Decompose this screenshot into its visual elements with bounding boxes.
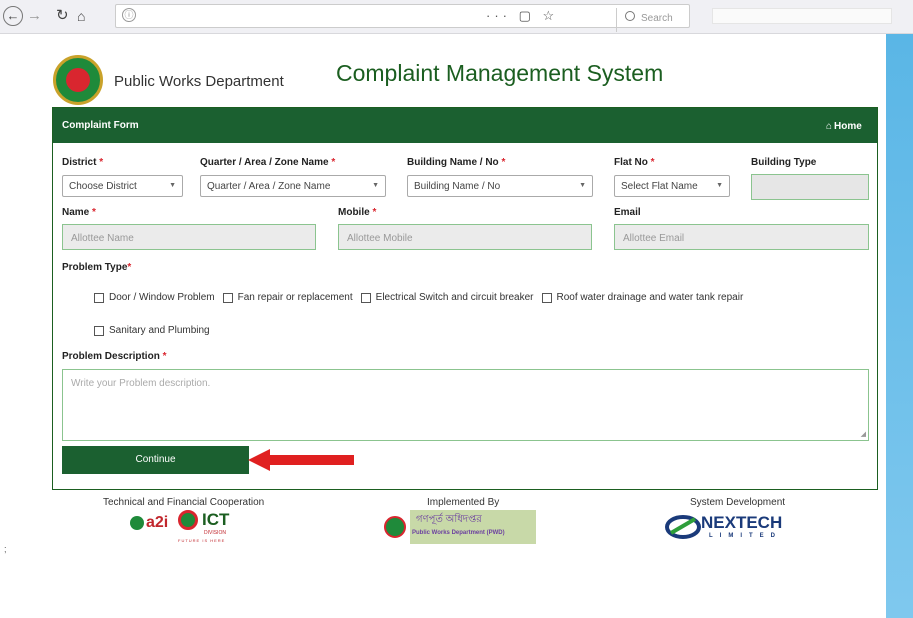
page-title: Complaint Management System — [336, 60, 664, 86]
side-mark: ; — [4, 544, 7, 554]
reload-icon[interactable]: ↻ — [56, 8, 69, 24]
page-actions-icon[interactable]: ··· ▢ ☆ — [486, 8, 558, 24]
pwd-logo: গণপূর্ত অধিদপ্তর Public Works Department… — [380, 510, 536, 544]
info-icon[interactable]: ⓘ — [122, 8, 136, 22]
url-bar[interactable]: ⓘ ··· ▢ ☆ Search — [115, 4, 690, 32]
implemented-by-caption: Implemented By — [427, 497, 500, 508]
building-type-label: Building Type — [751, 157, 817, 168]
checkbox[interactable] — [222, 292, 233, 303]
checkbox[interactable] — [360, 292, 371, 303]
department-name: Public Works Department — [114, 73, 284, 90]
problem-type-label: Problem Type* — [62, 262, 132, 273]
resize-handle-icon[interactable]: ◢ — [861, 430, 866, 438]
browser-toolbar: ← → ↻ ⌂ ⓘ ··· ▢ ☆ Search — [0, 0, 913, 34]
problem-description-textarea[interactable]: Write your Problem description. ◢ — [62, 369, 869, 441]
red-arrow-annotation — [248, 449, 354, 471]
nextech-logo: NEXTECH LIMITED — [665, 511, 815, 547]
checkbox[interactable] — [94, 325, 104, 336]
panel-title: Complaint Form — [62, 120, 139, 131]
flat-label: Flat No * — [614, 157, 655, 168]
continue-button[interactable]: Continue — [62, 446, 249, 474]
search-icon — [625, 11, 635, 21]
chevron-down-icon: ▼ — [169, 182, 176, 189]
district-select[interactable]: Choose District ▼ — [62, 175, 183, 197]
district-label: District * — [62, 157, 104, 168]
name-label: Name * — [62, 207, 96, 218]
chevron-down-icon: ▼ — [372, 182, 379, 189]
email-label: Email — [614, 207, 641, 218]
cooperation-caption: Technical and Financial Cooperation — [103, 497, 265, 508]
ict-division-logo: ICT DIVISION FUTURE IS HERE — [178, 510, 230, 543]
mobile-label: Mobile * — [338, 207, 377, 218]
flat-select[interactable]: Select Flat Name ▼ — [614, 175, 730, 197]
back-arrow-icon[interactable]: ← — [3, 6, 23, 26]
toolbar-blank-area — [712, 8, 892, 24]
system-development-caption: System Development — [690, 497, 786, 508]
quarter-select[interactable]: Quarter / Area / Zone Name ▼ — [200, 175, 386, 197]
window-edge — [886, 34, 913, 618]
problem-option-sanitary[interactable]: Sanitary and Plumbing — [94, 325, 210, 336]
home-icon: ⌂ — [826, 121, 833, 132]
problem-type-options-row2: Sanitary and Plumbing — [94, 325, 218, 336]
building-type-field — [751, 174, 869, 200]
problem-option-door-window[interactable]: Door / Window Problem — [94, 292, 215, 303]
forward-arrow-icon[interactable]: → — [27, 8, 42, 24]
mobile-field[interactable]: Allottee Mobile — [338, 224, 592, 250]
government-seal-logo — [53, 55, 103, 105]
problem-description-label: Problem Description * — [62, 351, 167, 362]
building-select[interactable]: Building Name / No ▼ — [407, 175, 593, 197]
building-label: Building Name / No * — [407, 157, 506, 168]
checkbox[interactable] — [94, 292, 104, 303]
a2i-logo: a2i — [130, 514, 168, 532]
name-field[interactable]: Allottee Name — [62, 224, 316, 250]
problem-option-roof-water[interactable]: Roof water drainage and water tank repai… — [541, 292, 743, 303]
home-icon[interactable]: ⌂ — [77, 8, 85, 24]
chevron-down-icon: ▼ — [716, 182, 723, 189]
email-field[interactable]: Allottee Email — [614, 224, 869, 250]
problem-option-fan[interactable]: Fan repair or replacement — [222, 292, 353, 303]
problem-type-options: Door / Window Problem Fan repair or repl… — [94, 292, 751, 303]
chevron-down-icon: ▼ — [579, 182, 586, 189]
quarter-label: Quarter / Area / Zone Name * — [200, 157, 336, 168]
home-link[interactable]: ⌂ Home — [826, 121, 862, 132]
problem-option-electrical[interactable]: Electrical Switch and circuit breaker — [360, 292, 534, 303]
checkbox[interactable] — [541, 292, 552, 303]
complaint-form-panel: Complaint Form ⌂ Home District * Quarter … — [52, 107, 878, 490]
panel-header: Complaint Form ⌂ Home — [53, 108, 877, 143]
